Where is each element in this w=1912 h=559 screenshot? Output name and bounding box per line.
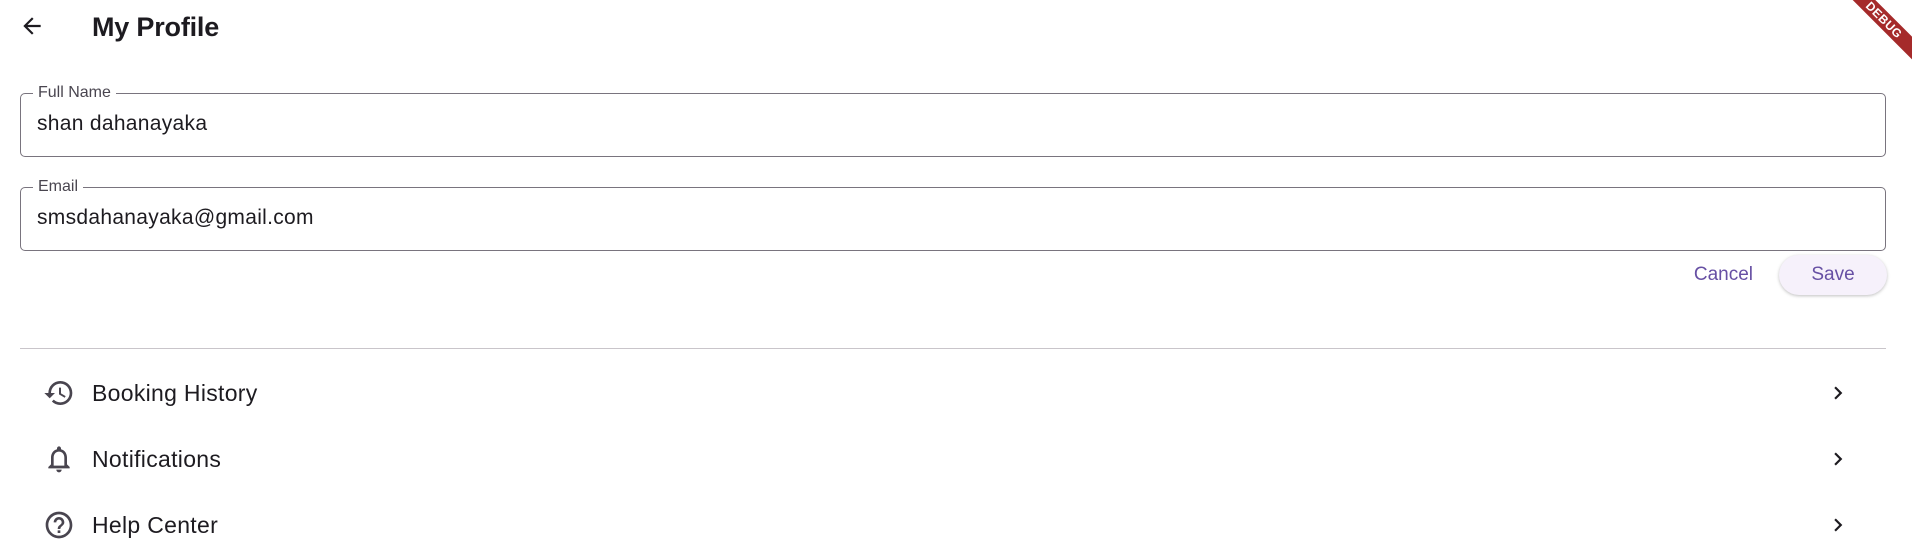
email-label: Email [33, 178, 84, 196]
list-item-label: Notifications [92, 445, 222, 472]
full-name-input[interactable] [37, 106, 1857, 142]
list-item-notifications[interactable]: Notifications [20, 428, 1886, 490]
chevron-right-icon [1824, 445, 1852, 473]
back-button[interactable] [10, 8, 54, 48]
list-item-booking-history[interactable]: Booking History [20, 362, 1886, 424]
help-circle-icon [42, 508, 76, 542]
history-icon [42, 376, 76, 410]
chevron-right-icon [1824, 511, 1852, 539]
email-field: Email [20, 178, 1886, 251]
full-name-field: Full Name [20, 84, 1886, 157]
full-name-label: Full Name [33, 84, 116, 102]
app-bar: My Profile [0, 0, 1912, 56]
page-title: My Profile [92, 12, 220, 42]
arrow-back-icon [19, 13, 45, 44]
list-item-help-center[interactable]: Help Center [20, 494, 1886, 556]
profile-page: My Profile DEBUG Full Name Email Cancel … [0, 0, 1912, 559]
email-input[interactable] [37, 200, 1857, 236]
bell-icon [42, 442, 76, 476]
list-item-label: Booking History [92, 379, 258, 406]
list-item-label: Help Center [92, 511, 219, 538]
cancel-button[interactable]: Cancel [1678, 255, 1769, 295]
save-button[interactable]: Save [1779, 255, 1887, 295]
form-actions: Cancel Save [1678, 255, 1887, 295]
chevron-right-icon [1824, 379, 1852, 407]
divider [20, 348, 1886, 349]
